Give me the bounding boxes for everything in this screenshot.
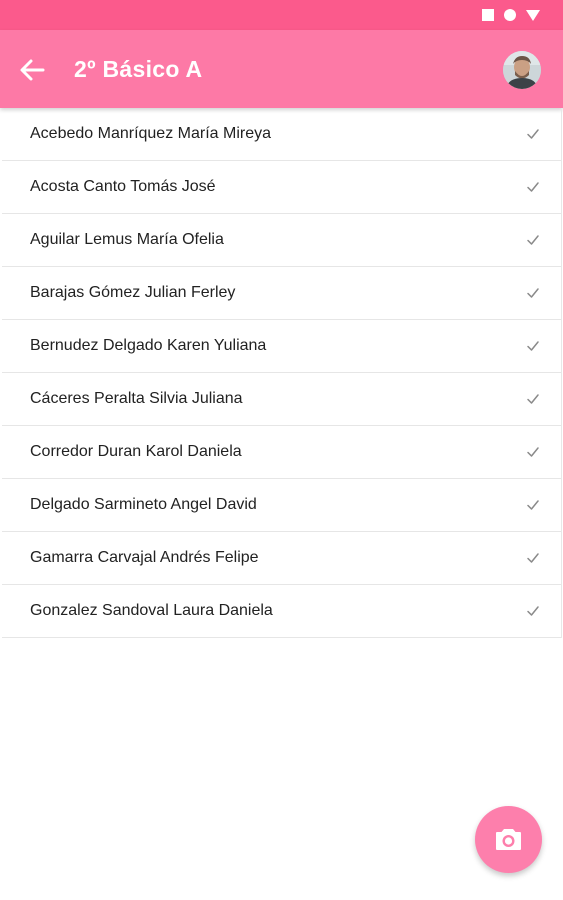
list-item[interactable]: Cáceres Peralta Silvia Juliana bbox=[2, 373, 561, 426]
square-icon bbox=[482, 9, 494, 21]
student-name: Gonzalez Sandoval Laura Daniela bbox=[30, 602, 273, 619]
app-bar: 2º Básico A bbox=[0, 30, 563, 108]
circle-icon bbox=[504, 9, 516, 21]
check-icon[interactable] bbox=[526, 180, 540, 194]
triangle-icon bbox=[526, 10, 540, 21]
status-bar bbox=[0, 0, 563, 30]
avatar[interactable] bbox=[503, 51, 541, 89]
student-name: Gamarra Carvajal Andrés Felipe bbox=[30, 549, 259, 566]
list-item[interactable]: Bernudez Delgado Karen Yuliana bbox=[2, 320, 561, 373]
camera-icon bbox=[496, 829, 521, 850]
page-title: 2º Básico A bbox=[74, 56, 203, 82]
check-icon[interactable] bbox=[526, 604, 540, 618]
student-name: Aguilar Lemus María Ofelia bbox=[30, 231, 224, 248]
list-item[interactable]: Gamarra Carvajal Andrés Felipe bbox=[2, 532, 561, 585]
check-icon[interactable] bbox=[526, 551, 540, 565]
list-item[interactable]: Gonzalez Sandoval Laura Daniela bbox=[2, 585, 561, 638]
list-item[interactable]: Aguilar Lemus María Ofelia bbox=[2, 214, 561, 267]
list-item[interactable]: Delgado Sarmineto Angel David bbox=[2, 479, 561, 532]
arrow-left-icon bbox=[20, 59, 45, 81]
check-icon[interactable] bbox=[526, 445, 540, 459]
student-name: Barajas Gómez Julian Ferley bbox=[30, 284, 236, 301]
list-item[interactable]: Acebedo Manríquez María Mireya bbox=[2, 108, 561, 161]
list-item[interactable]: Barajas Gómez Julian Ferley bbox=[2, 267, 561, 320]
student-name: Acebedo Manríquez María Mireya bbox=[30, 125, 271, 142]
check-icon[interactable] bbox=[526, 286, 540, 300]
check-icon[interactable] bbox=[526, 498, 540, 512]
list-item[interactable]: Corredor Duran Karol Daniela bbox=[2, 426, 561, 479]
user-avatar-icon bbox=[503, 51, 541, 89]
check-icon[interactable] bbox=[526, 127, 540, 141]
student-name: Corredor Duran Karol Daniela bbox=[30, 443, 242, 460]
check-icon[interactable] bbox=[526, 339, 540, 353]
back-button[interactable] bbox=[14, 52, 50, 88]
student-name: Delgado Sarmineto Angel David bbox=[30, 496, 257, 513]
student-list: Acebedo Manríquez María Mireya Acosta Can… bbox=[2, 108, 562, 638]
student-name: Acosta Canto Tomás José bbox=[30, 178, 216, 195]
check-icon[interactable] bbox=[526, 392, 540, 406]
student-name: Cáceres Peralta Silvia Juliana bbox=[30, 390, 243, 407]
student-name: Bernudez Delgado Karen Yuliana bbox=[30, 337, 267, 354]
camera-button[interactable] bbox=[475, 806, 542, 873]
check-icon[interactable] bbox=[526, 233, 540, 247]
list-item[interactable]: Acosta Canto Tomás José bbox=[2, 161, 561, 214]
